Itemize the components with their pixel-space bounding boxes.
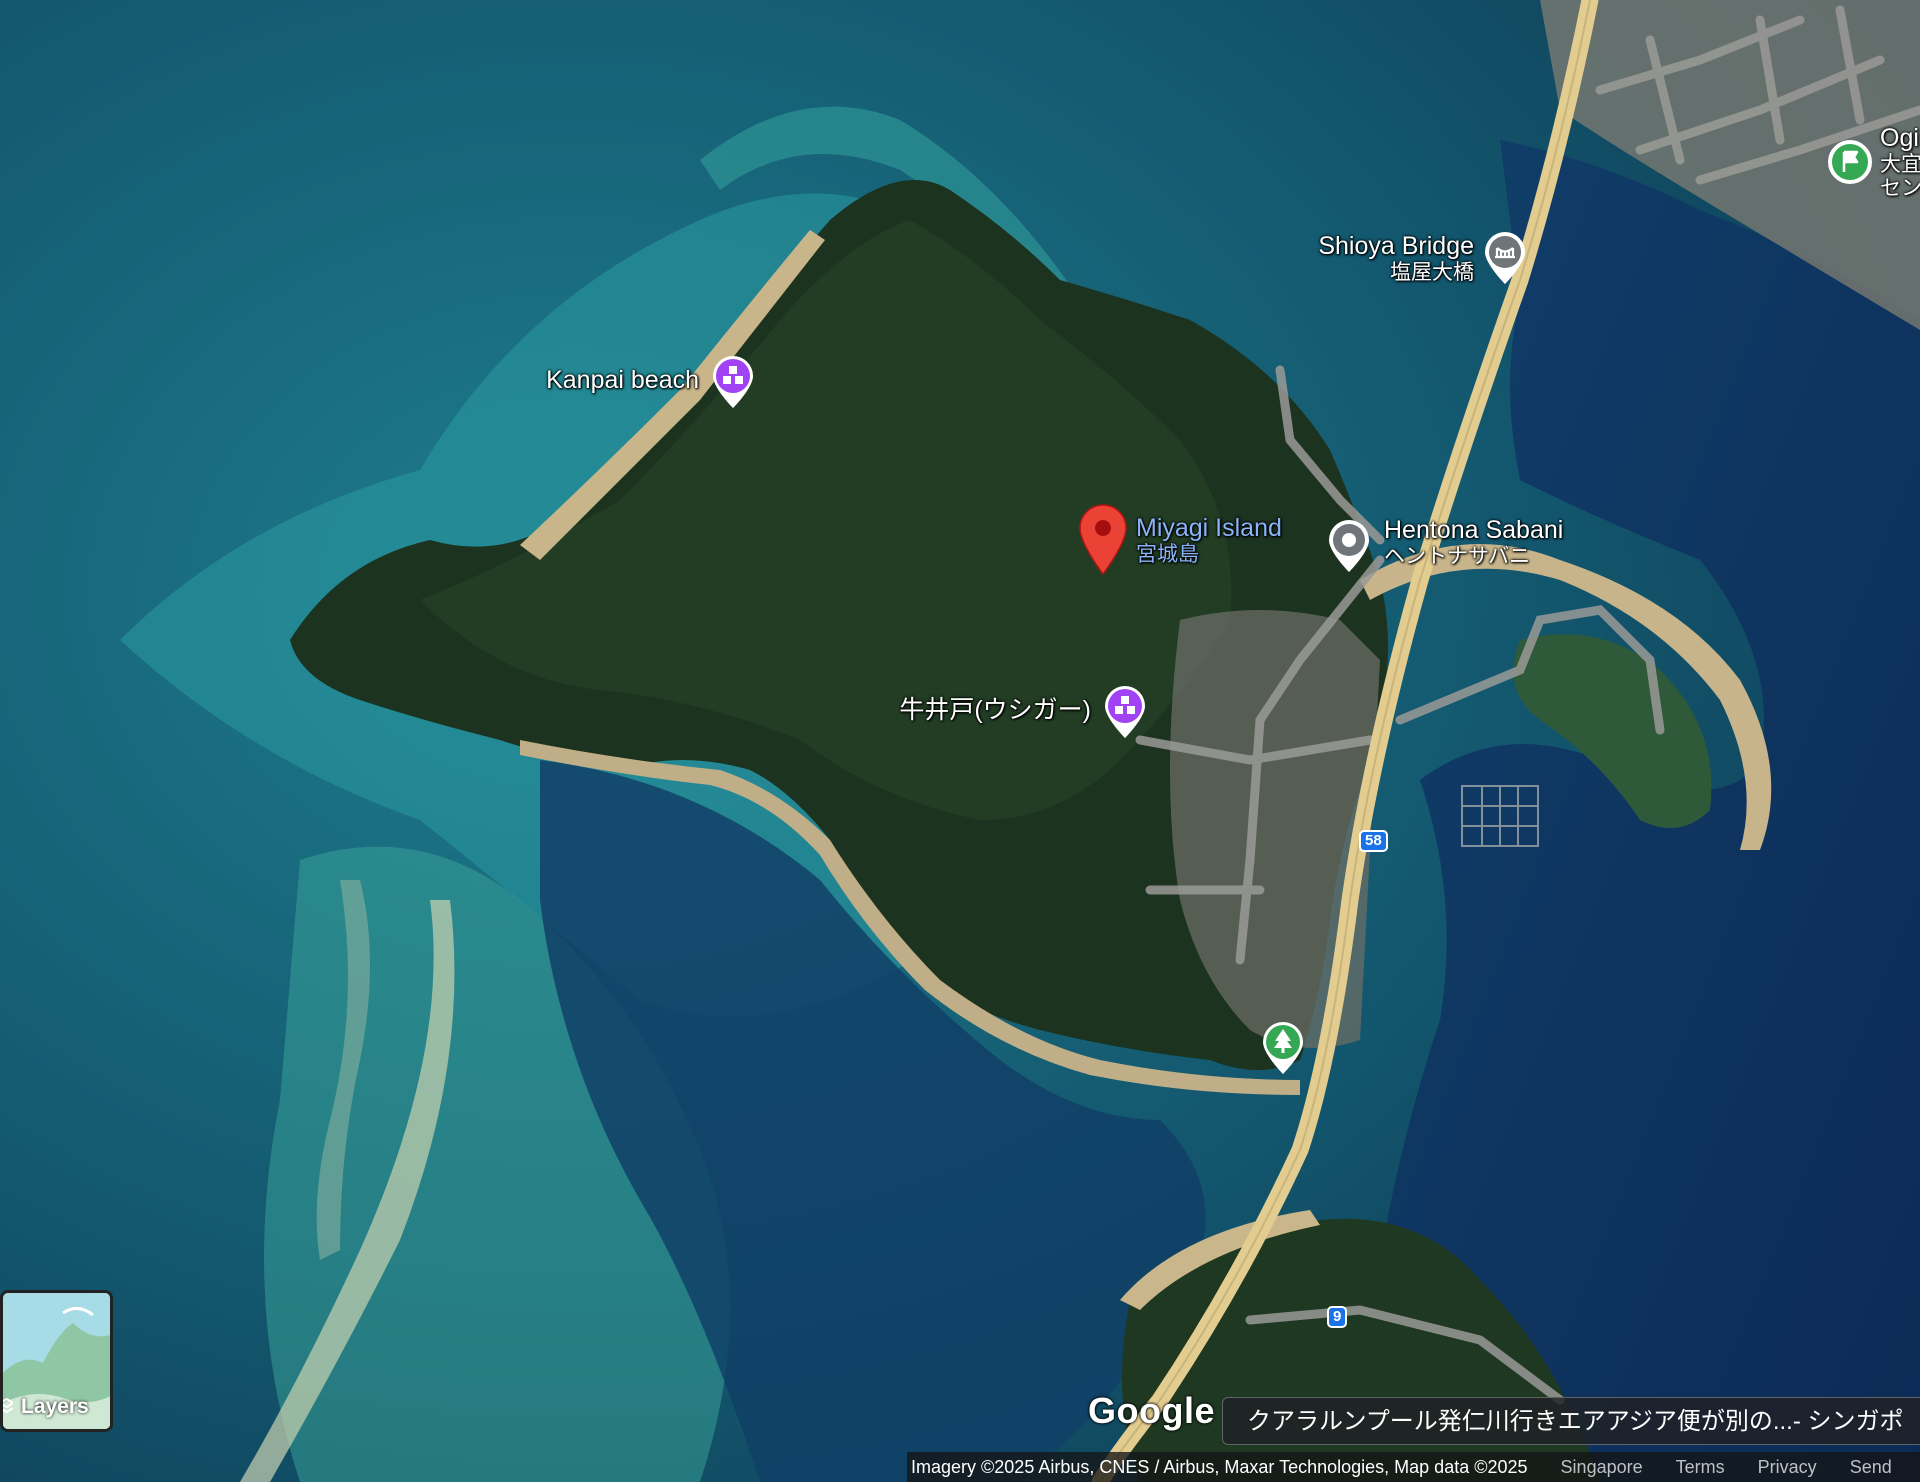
hentona-sabani-label[interactable]: Hentona Sabani ヘントナサバニ: [1384, 516, 1563, 569]
ogimi-local-1: 大宜: [1880, 152, 1920, 176]
attribution-bar: Imagery ©2025 Airbus, CNES / Airbus, Max…: [907, 1452, 1920, 1482]
route-58-shield: 58: [1359, 830, 1388, 852]
route-9-shield: 9: [1327, 1306, 1348, 1328]
layers-button[interactable]: Layers: [0, 1290, 113, 1432]
terms-link[interactable]: Terms: [1676, 1452, 1725, 1482]
miyagi-island-label[interactable]: Miyagi Island 宮城島: [1136, 514, 1282, 567]
activity-icon[interactable]: [1102, 684, 1148, 740]
privacy-link[interactable]: Privacy: [1758, 1452, 1817, 1482]
tree-icon[interactable]: [1260, 1020, 1306, 1076]
send-feedback-link[interactable]: Send: [1850, 1452, 1892, 1482]
google-logo: Google: [1088, 1390, 1215, 1431]
ushigaa-name: 牛井戸(ウシガー): [899, 696, 1091, 724]
miyagi-island-local: 宮城島: [1136, 542, 1199, 566]
shioya-bridge-label[interactable]: Shioya Bridge 塩屋大橋: [1318, 232, 1474, 285]
layers-icon: [3, 1397, 13, 1414]
kanpai-beach-name: Kanpai beach: [546, 366, 699, 394]
shioya-bridge-name: Shioya Bridge: [1318, 232, 1474, 260]
ushigaa-label[interactable]: 牛井戸(ウシガー): [899, 696, 1091, 725]
hentona-sabani-name: Hentona Sabani: [1384, 516, 1564, 544]
satellite-map[interactable]: [0, 0, 1920, 1482]
ogimi-label[interactable]: Ogi 大宜 セン: [1880, 124, 1920, 201]
map-pin-icon[interactable]: [1077, 504, 1129, 576]
ogimi-name: Ogi: [1880, 124, 1919, 152]
shioya-bridge-local: 塩屋大橋: [1390, 260, 1474, 284]
miyagi-island-name: Miyagi Island: [1136, 514, 1282, 542]
bridge-icon[interactable]: [1482, 230, 1528, 286]
activity-icon[interactable]: [710, 354, 756, 410]
ogimi-local-2: セン: [1880, 176, 1920, 200]
kanpai-beach-label[interactable]: Kanpai beach: [546, 366, 699, 395]
region-link[interactable]: Singapore: [1561, 1452, 1643, 1482]
flag-icon[interactable]: [1826, 138, 1874, 186]
news-banner[interactable]: クアラルンプール発仁川行きエアアジア便が別の...- シンガポ: [1222, 1397, 1920, 1445]
place-dot-icon[interactable]: [1326, 518, 1372, 574]
layers-label: Layers: [21, 1395, 89, 1418]
hentona-sabani-local: ヘントナサバニ: [1384, 544, 1531, 568]
imagery-credit: Imagery ©2025 Airbus, CNES / Airbus, Max…: [911, 1457, 1528, 1477]
